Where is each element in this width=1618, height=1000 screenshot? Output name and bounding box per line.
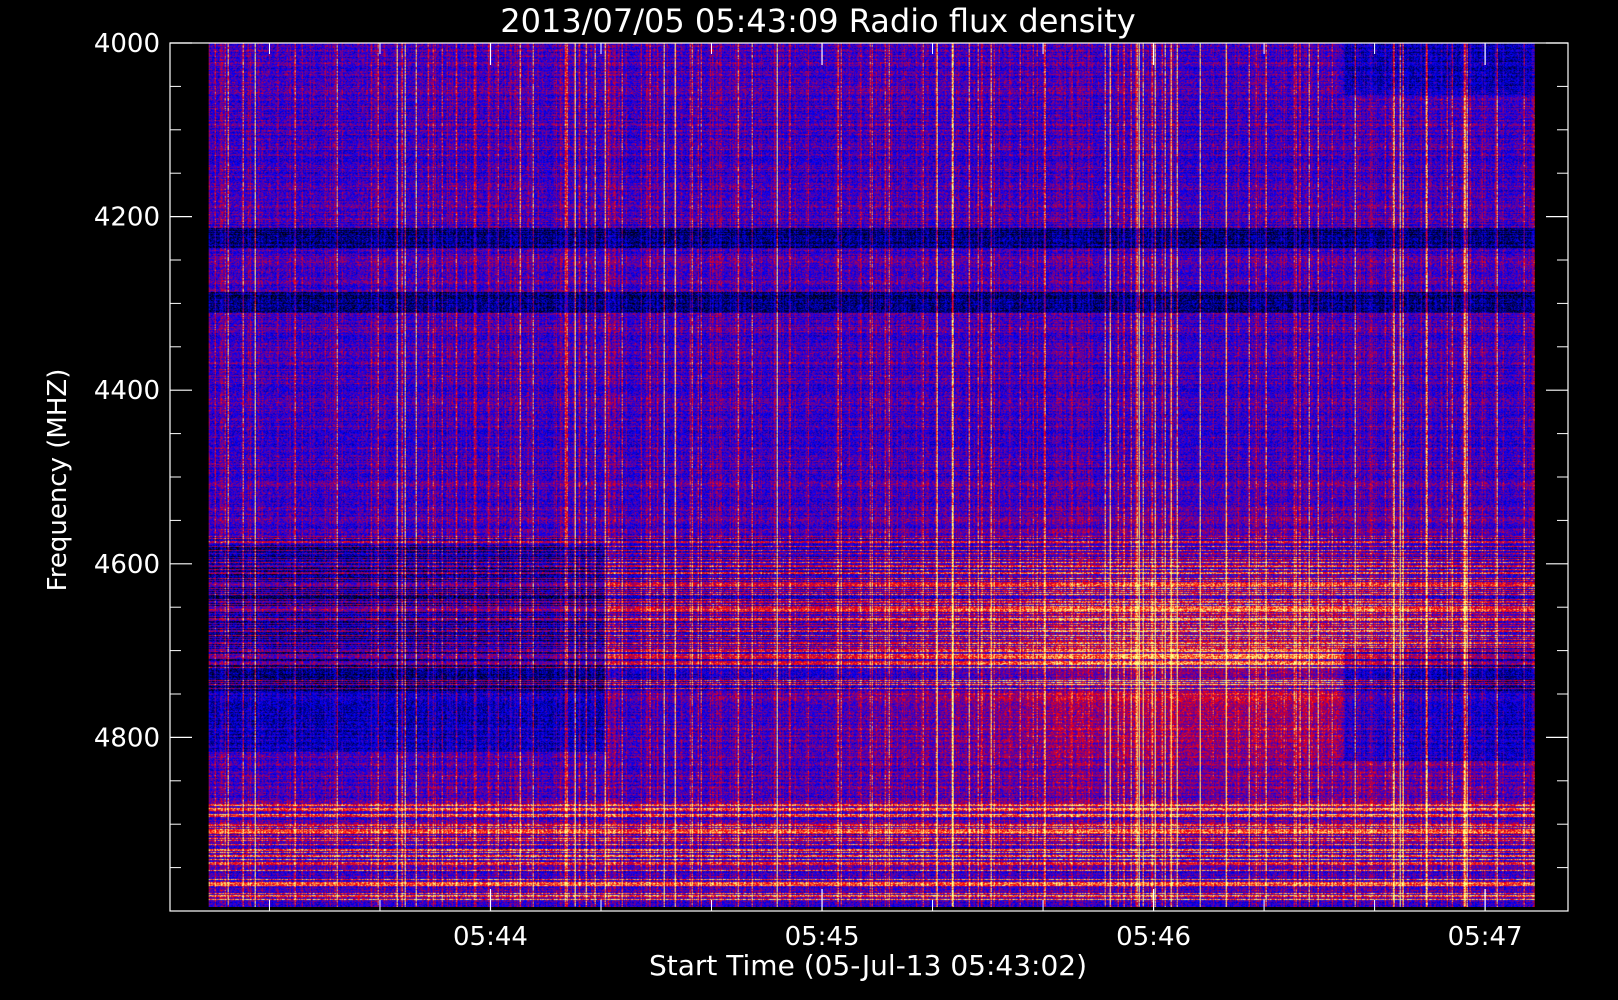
x-tick-label: 05:44 bbox=[453, 922, 528, 952]
y-tick-label: 4800 bbox=[94, 723, 160, 753]
spectrogram-heatmap bbox=[208, 43, 1535, 907]
x-tick-label: 05:47 bbox=[1448, 922, 1523, 952]
x-axis-label: Start Time (05-Jul-13 05:43:02) bbox=[649, 949, 1087, 982]
y-axis-label: Frequency (MHZ) bbox=[43, 369, 73, 592]
spectrogram-chart: 2013/07/05 05:43:09 Radio flux density 4… bbox=[0, 0, 1618, 1000]
y-tick-label: 4600 bbox=[94, 550, 160, 580]
x-tick-label: 05:45 bbox=[785, 922, 860, 952]
x-tick-label: 05:46 bbox=[1116, 922, 1191, 952]
chart-title: 2013/07/05 05:43:09 Radio flux density bbox=[500, 2, 1135, 40]
y-tick-label: 4400 bbox=[94, 376, 160, 406]
y-tick-label: 4200 bbox=[94, 203, 160, 233]
y-tick-label: 4000 bbox=[94, 29, 160, 59]
